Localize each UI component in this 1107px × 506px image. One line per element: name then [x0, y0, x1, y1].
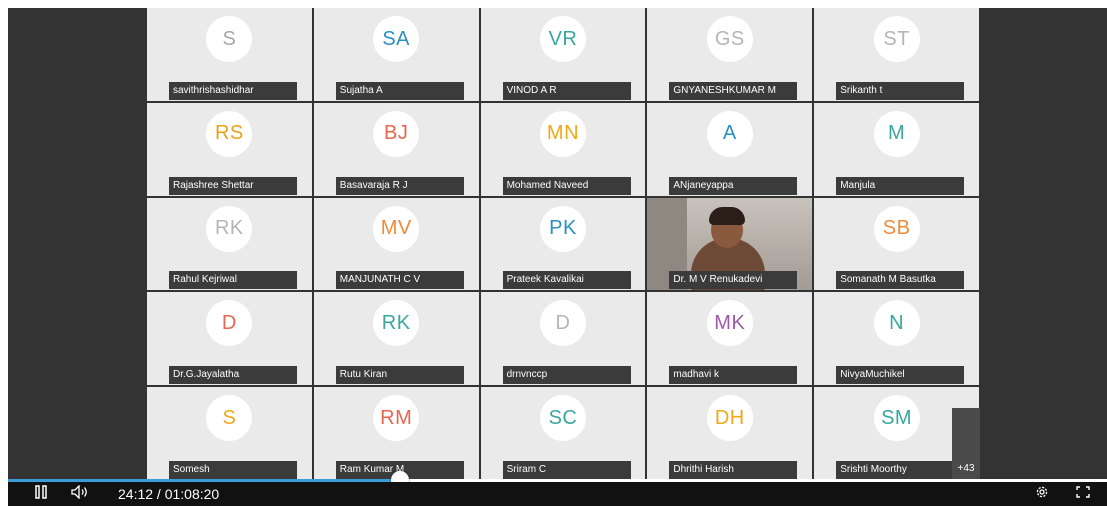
participant-tile[interactable]: PK Prateek Kavalikai	[480, 197, 646, 291]
participant-avatar: SB	[873, 205, 920, 252]
participant-avatar: GS	[706, 16, 753, 62]
participant-name: Dr.G.Jayalatha	[169, 366, 297, 385]
participant-name: ANjaneyappa	[669, 176, 798, 195]
participant-avatar: RK	[206, 205, 253, 252]
participant-name: Rahul Kejriwal	[169, 271, 297, 290]
participant-avatar: BJ	[373, 110, 420, 157]
participant-tile[interactable]: Dr. M V Renukadevi	[647, 197, 813, 291]
pause-button[interactable]	[32, 484, 50, 504]
participant-avatar: N	[873, 300, 920, 347]
participant-name: Somesh	[169, 461, 297, 479]
pause-icon	[35, 484, 47, 504]
settings-button[interactable]	[1033, 485, 1051, 503]
participant-name: Somanath M Basutka	[836, 271, 965, 290]
participant-avatar: SA	[373, 16, 420, 62]
participant-tile[interactable]: M Manjula	[814, 102, 979, 196]
participant-tile[interactable]: MV MANJUNATH C V	[313, 197, 479, 291]
participant-avatar: MK	[706, 300, 753, 347]
participant-name: Dr. M V Renukadevi	[669, 271, 798, 290]
participant-name: Srikanth t	[836, 81, 965, 100]
participant-tile[interactable]: GS GNYANESHKUMAR M	[647, 8, 813, 101]
participant-avatar: PK	[539, 205, 586, 252]
participant-name: Rutu Kiran	[335, 366, 464, 385]
participant-name: Manjula	[836, 176, 965, 195]
participant-tile[interactable]: RK Rahul Kejriwal	[147, 197, 312, 291]
participant-tile[interactable]: D Dr.G.Jayalatha	[147, 292, 312, 386]
participant-tile[interactable]: MK madhavi k	[647, 292, 813, 386]
participant-avatar: VR	[539, 16, 586, 62]
participant-tile[interactable]: Ssavithrishashidhar	[147, 8, 312, 101]
participant-tile[interactable]: RS Rajashree Shettar	[147, 102, 312, 196]
participant-name: savithrishashidhar	[169, 81, 297, 100]
participant-name: GNYANESHKUMAR M	[669, 81, 798, 100]
participant-avatar: RK	[373, 300, 420, 347]
participant-tile[interactable]: RM Ram Kumar M	[313, 387, 479, 480]
participant-avatar: SC	[539, 395, 586, 442]
participant-tile[interactable]: RK Rutu Kiran	[313, 292, 479, 386]
participant-avatar: SM	[873, 395, 920, 442]
participant-name: Sujatha A	[335, 81, 464, 100]
participant-name: Mohamed Naveed	[502, 176, 631, 195]
participant-name: drnvnccp	[502, 366, 631, 385]
participant-tile[interactable]: Ddrnvnccp	[480, 292, 646, 386]
gear-icon	[1035, 485, 1049, 504]
participant-name: Sriram C	[502, 461, 631, 479]
participant-avatar: S	[206, 16, 253, 62]
fullscreen-icon	[1076, 485, 1090, 503]
time-display: 24:12 / 01:08:20	[118, 486, 220, 502]
participant-name: MANJUNATH C V	[335, 271, 464, 290]
participant-avatar: MV	[373, 205, 420, 252]
participant-avatar: S	[206, 395, 253, 442]
participant-avatar: A	[706, 110, 753, 157]
fullscreen-button[interactable]	[1074, 485, 1092, 503]
participant-grid: Ssavithrishashidhar SA Sujatha A VR VINOD A …	[147, 8, 979, 480]
participant-avatar: RS	[206, 110, 253, 157]
participant-name: Rajashree Shettar	[169, 176, 297, 195]
participant-tile[interactable]: SB Somanath M Basutka	[814, 197, 979, 291]
participant-avatar: D	[539, 300, 586, 347]
participant-tile[interactable]: BJ Basavaraja R J	[313, 102, 479, 196]
participant-tile[interactable]: N NivyaMuchikel	[814, 292, 979, 386]
participant-tile[interactable]: MN Mohamed Naveed	[480, 102, 646, 196]
participant-name: Prateek Kavalikai	[502, 271, 631, 290]
more-participants-count: +43	[957, 463, 975, 474]
participant-tile[interactable]: ST Srikanth t	[814, 8, 979, 101]
participant-tile[interactable]: SA Sujatha A	[313, 8, 479, 101]
participant-avatar: M	[873, 110, 920, 157]
participant-tile[interactable]: A ANjaneyappa	[647, 102, 813, 196]
participant-name: Dhrithi Harish	[669, 461, 798, 479]
participant-name: Srishti Moorthy	[836, 461, 965, 479]
video-feed-person-hair	[709, 206, 746, 225]
volume-icon	[71, 483, 89, 504]
volume-button[interactable]	[68, 483, 92, 504]
participant-name: NivyaMuchikel	[836, 366, 965, 385]
participant-name: VINOD A R	[502, 81, 631, 100]
participant-name: madhavi k	[669, 366, 798, 385]
participant-avatar: RM	[373, 395, 420, 442]
participant-avatar: ST	[873, 16, 920, 62]
participant-avatar: DH	[706, 395, 753, 442]
participant-tile[interactable]: SC Sriram C	[480, 387, 646, 480]
participant-tile[interactable]: DH Dhrithi Harish	[647, 387, 813, 480]
participant-avatar: MN	[539, 110, 586, 157]
meeting-video-area: Ssavithrishashidhar SA Sujatha A VR VINOD A …	[8, 8, 1107, 480]
player-controls: 24:12 / 01:08:20	[8, 482, 1107, 506]
more-participants-button[interactable]: +43	[952, 408, 980, 480]
participant-tile[interactable]: S Somesh	[147, 387, 312, 480]
participant-name: Basavaraja R J	[335, 176, 464, 195]
participant-tile[interactable]: VR VINOD A R	[480, 8, 646, 101]
participant-avatar: D	[206, 300, 253, 347]
